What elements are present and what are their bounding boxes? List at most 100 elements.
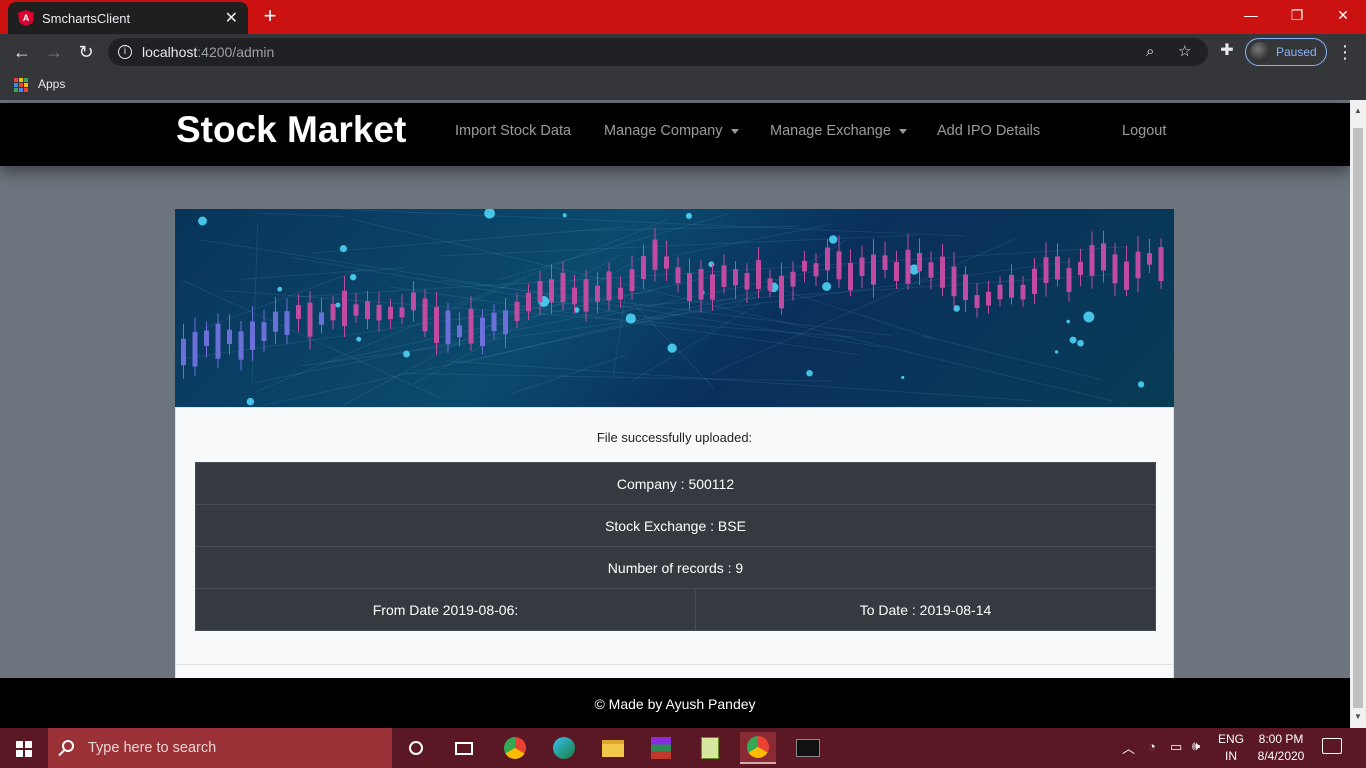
- candle-body: [871, 254, 876, 285]
- browser-toolbar: ← → ↻ i localhost:4200/admin ⌕ ☆ ✚ Pause…: [0, 34, 1366, 70]
- candle-body: [629, 269, 635, 292]
- windows-logo-icon: [25, 741, 32, 748]
- chrome-active-taskbar-icon[interactable]: [740, 732, 776, 764]
- search-icon: [62, 740, 74, 752]
- brand-title[interactable]: Stock Market: [176, 109, 406, 151]
- windows-taskbar: Type here to search ︿ ◔ ▭ 🕪 ENG IN 8:00 …: [0, 728, 1366, 768]
- candle-body: [813, 263, 819, 277]
- upload-success-message: File successfully uploaded:: [596, 430, 753, 445]
- candle-body: [825, 247, 830, 271]
- terminal-icon[interactable]: [790, 732, 826, 764]
- candle-body: [1101, 243, 1106, 271]
- candle-body: [790, 271, 796, 287]
- nav-manage-exchange-label: Manage Exchange: [770, 123, 891, 139]
- extensions-puzzle-icon[interactable]: ✚: [1216, 40, 1238, 62]
- candle-body: [1043, 257, 1049, 283]
- notification-center-icon[interactable]: [1322, 738, 1342, 754]
- site-info-icon[interactable]: i: [118, 45, 132, 59]
- glow-dot: [901, 375, 905, 380]
- close-window-button[interactable]: ✕: [1320, 0, 1366, 30]
- scroll-up-arrow-icon[interactable]: ▲: [1354, 106, 1362, 115]
- scrollbar-thumb[interactable]: [1353, 128, 1363, 708]
- battery-icon[interactable]: ▭: [1170, 739, 1182, 755]
- search-placeholder: Type here to search: [88, 740, 217, 756]
- candle-body: [1124, 261, 1129, 290]
- to-date-cell: To Date : 2019-08-14: [695, 588, 1156, 631]
- chrome-taskbar-icon[interactable]: [497, 732, 533, 764]
- candle-body: [330, 303, 336, 321]
- candle-body: [687, 273, 692, 302]
- address-bar[interactable]: i localhost:4200/admin ⌕ ☆: [108, 38, 1208, 66]
- candle-body: [192, 331, 198, 367]
- page-scrollbar[interactable]: ▲ ▼: [1350, 100, 1366, 728]
- from-date-cell: From Date 2019-08-06:: [195, 588, 696, 631]
- forward-arrow-icon[interactable]: →: [42, 40, 66, 64]
- candle-body: [307, 302, 313, 337]
- input-language-indicator[interactable]: ENG IN: [1216, 731, 1246, 765]
- candle-body: [1009, 274, 1014, 298]
- nav-add-ipo-details[interactable]: Add IPO Details: [937, 123, 1040, 139]
- apps-grid-icon[interactable]: [14, 78, 28, 92]
- apps-bookmark[interactable]: Apps: [38, 77, 65, 91]
- glow-dot: [1069, 336, 1077, 344]
- taskbar-search-input[interactable]: Type here to search: [48, 728, 392, 768]
- glow-dot: [1137, 381, 1145, 388]
- file-explorer-icon[interactable]: [595, 732, 631, 764]
- volume-icon[interactable]: 🕪: [1192, 738, 1200, 754]
- glow-dot: [806, 369, 813, 377]
- network-line: [612, 295, 626, 376]
- candle-body: [1032, 268, 1037, 295]
- stock-chart-banner-image: [175, 209, 1174, 407]
- candlestick-illustration: [181, 209, 1164, 406]
- glow-dot: [350, 273, 357, 281]
- nav-manage-company[interactable]: Manage Company: [604, 123, 739, 139]
- candle-body: [698, 269, 704, 300]
- wifi-icon[interactable]: ◔: [1148, 739, 1156, 754]
- candle-body: [411, 292, 416, 311]
- page-viewport: Stock Market Import Stock Data Manage Co…: [0, 100, 1350, 728]
- scroll-down-arrow-icon[interactable]: ▼: [1354, 712, 1362, 721]
- cortana-icon[interactable]: [398, 732, 434, 764]
- glow-dot: [246, 397, 255, 406]
- glow-dot: [277, 286, 283, 292]
- zoom-icon[interactable]: ⌕: [1146, 38, 1154, 66]
- reload-icon[interactable]: ↻: [74, 40, 98, 64]
- bookmark-star-icon[interactable]: ☆: [1178, 38, 1191, 66]
- glow-dot: [339, 245, 348, 253]
- candle-body: [882, 255, 888, 270]
- windows-logo-icon: [16, 750, 23, 757]
- nav-import-stock-data[interactable]: Import Stock Data: [455, 123, 571, 139]
- windows-start-button[interactable]: [0, 728, 48, 768]
- browser-tab[interactable]: A SmchartsClient ✕: [8, 2, 248, 34]
- candle-body: [480, 317, 485, 347]
- candle-body: [744, 273, 750, 290]
- network-line: [181, 279, 442, 399]
- candle-body: [399, 307, 405, 318]
- nav-logout[interactable]: Logout: [1122, 123, 1166, 139]
- candle-body: [1158, 247, 1164, 282]
- glow-dot: [685, 212, 692, 220]
- stock-exchange-cell: Stock Exchange : BSE: [195, 504, 1156, 547]
- restore-window-button[interactable]: ❐: [1274, 0, 1320, 30]
- task-view-icon[interactable]: [446, 732, 482, 764]
- glow-dot: [484, 209, 495, 219]
- candle-body: [215, 323, 221, 359]
- profile-paused-button[interactable]: Paused: [1245, 38, 1327, 66]
- new-tab-button[interactable]: +: [258, 4, 282, 28]
- glow-dot: [667, 343, 677, 353]
- minimize-window-button[interactable]: —: [1228, 0, 1274, 30]
- notepad-plus-icon[interactable]: [692, 732, 728, 764]
- close-tab-icon[interactable]: ✕: [225, 8, 238, 28]
- back-arrow-icon[interactable]: ←: [10, 40, 34, 64]
- candle-body: [733, 269, 738, 286]
- windows-logo-icon: [16, 741, 23, 748]
- nav-manage-exchange[interactable]: Manage Exchange: [770, 123, 907, 139]
- edge-taskbar-icon[interactable]: [546, 732, 582, 764]
- winrar-icon[interactable]: [643, 732, 679, 764]
- browser-tabstrip: A SmchartsClient ✕ + — ❐ ✕: [0, 0, 1366, 34]
- taskbar-clock[interactable]: 8:00 PM 8/4/2020: [1252, 731, 1310, 765]
- candle-body: [675, 267, 681, 284]
- candle-body: [273, 311, 278, 332]
- browser-menu-icon[interactable]: ⋮: [1336, 40, 1354, 64]
- chevron-up-icon[interactable]: ︿: [1122, 738, 1135, 757]
